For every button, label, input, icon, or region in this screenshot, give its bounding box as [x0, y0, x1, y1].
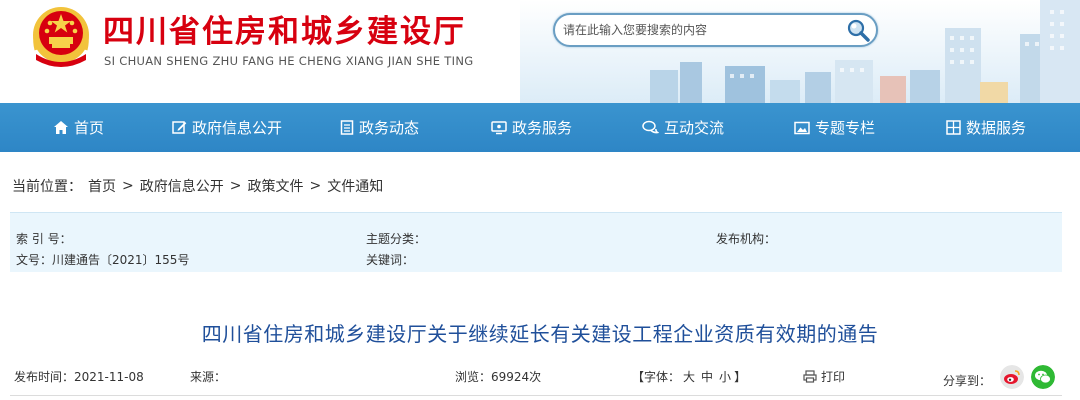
search-input[interactable]	[563, 20, 843, 40]
edit-icon	[172, 121, 187, 134]
publisher-label: 发布机构：	[716, 232, 777, 246]
document-meta-box: 索 引 号： 主题分类： 发布机构： 文号：川建通告〔2021〕155号 关键词…	[10, 212, 1062, 272]
font-size-controls: 【字体：大中小】	[632, 368, 746, 385]
site-subtitle: SI CHUAN SHENG ZHU FANG HE CHENG XIANG J…	[104, 54, 474, 68]
nav-item-label: 政务动态	[359, 119, 420, 137]
print-button[interactable]: 打印	[803, 368, 845, 385]
topic-category-label: 主题分类：	[366, 232, 427, 246]
site-header: 四川省住房和城乡建设厅 SI CHUAN SHENG ZHU FANG HE C…	[0, 0, 1080, 103]
site-title: 四川省住房和城乡建设厅	[103, 14, 466, 50]
main-nav: 首页 政府信息公开 政务动态 政务服务 互动交流 专题专栏 数据服务	[0, 103, 1080, 152]
chat-icon	[642, 120, 659, 134]
printer-icon	[803, 370, 817, 383]
nav-item-label: 政府信息公开	[192, 119, 283, 137]
breadcrumb-item-policy[interactable]: 政策文件	[247, 176, 303, 196]
national-emblem-logo	[33, 7, 89, 67]
publish-date: 发布时间：2021-11-08	[14, 370, 144, 384]
breadcrumb-separator: >	[122, 178, 134, 194]
monitor-icon	[491, 121, 507, 135]
nav-item-data-service[interactable]: 数据服务	[946, 103, 1026, 152]
search-box	[553, 13, 878, 47]
nav-item-label: 首页	[74, 119, 105, 137]
breadcrumb: 当前位置： 首页 > 政府信息公开 > 政策文件 > 文件通知	[12, 176, 383, 196]
weibo-share-icon[interactable]	[1000, 365, 1024, 389]
nav-item-label: 互动交流	[664, 119, 725, 137]
nav-item-label: 政务服务	[512, 119, 573, 137]
nav-item-label: 专题专栏	[815, 119, 876, 137]
search-icon	[847, 19, 870, 42]
nav-item-label: 数据服务	[966, 119, 1027, 137]
home-icon	[54, 121, 68, 134]
article-title: 四川省住房和城乡建设厅关于继续延长有关建设工程企业资质有效期的通告	[201, 322, 879, 346]
nav-item-interaction[interactable]: 互动交流	[642, 103, 724, 152]
nav-item-home[interactable]: 首页	[53, 103, 104, 152]
font-size-medium-button[interactable]: 中	[701, 370, 713, 384]
search-button[interactable]	[844, 17, 872, 43]
nav-item-gov-service[interactable]: 政务服务	[491, 103, 572, 152]
nav-item-gov-info[interactable]: 政府信息公开	[172, 103, 282, 152]
breadcrumb-item-gov-info[interactable]: 政府信息公开	[140, 176, 224, 196]
grid-icon	[946, 120, 961, 135]
print-label: 打印	[821, 370, 846, 384]
nav-item-gov-news[interactable]: 政务动态	[340, 103, 419, 152]
breadcrumb-separator: >	[229, 178, 242, 194]
font-size-suffix: 】	[734, 370, 747, 384]
image-icon	[794, 121, 810, 134]
breadcrumb-item-notice[interactable]: 文件通知	[327, 176, 383, 196]
nav-item-special-topics[interactable]: 专题专栏	[794, 103, 875, 152]
breadcrumb-prefix: 当前位置：	[12, 179, 82, 195]
breadcrumb-item-home[interactable]: 首页	[88, 176, 116, 196]
document-number-label: 文号：川建通告〔2021〕155号	[16, 253, 190, 267]
wechat-share-icon[interactable]	[1031, 365, 1055, 389]
font-size-prefix: 【字体：	[632, 370, 681, 384]
breadcrumb-separator: >	[309, 178, 322, 194]
view-count: 浏览：69924次	[455, 370, 542, 384]
keywords-label: 关键词：	[366, 253, 415, 267]
divider	[10, 395, 1062, 396]
source-label: 来源：	[190, 370, 227, 384]
document-icon	[340, 120, 354, 135]
share-label: 分享到：	[943, 374, 992, 388]
font-size-small-button[interactable]: 小	[719, 370, 731, 384]
index-number-label: 索 引 号：	[16, 232, 72, 246]
font-size-large-button[interactable]: 大	[683, 370, 695, 384]
